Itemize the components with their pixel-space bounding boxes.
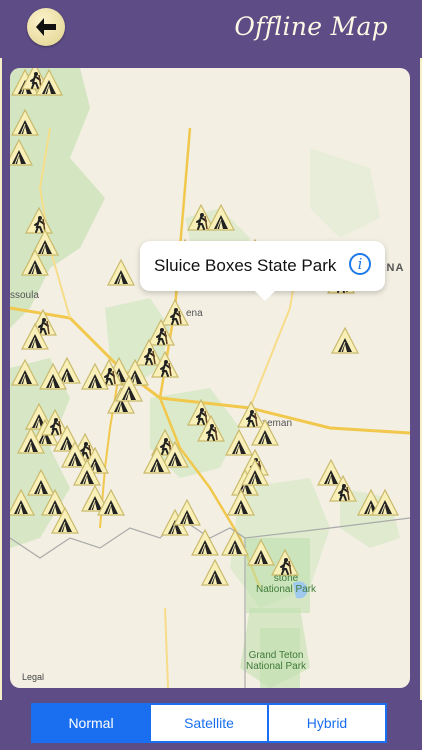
hiker-marker-icon[interactable] [270,548,300,578]
tent-marker-icon[interactable] [226,488,256,518]
legal-link[interactable]: Legal [22,672,44,682]
segment-hybrid[interactable]: Hybrid [269,705,385,741]
tent-marker-icon[interactable] [114,374,144,404]
hiker-marker-icon[interactable] [150,350,180,380]
park-label: Grand Teton National Park [246,650,307,672]
tent-marker-icon[interactable] [16,426,46,456]
map-view[interactable]: MONTANA ssoula ena tte zeman stone Natio… [10,68,410,688]
tent-marker-icon[interactable] [190,528,220,558]
tent-marker-icon[interactable] [200,558,230,588]
tent-marker-icon[interactable] [50,506,80,536]
tent-marker-icon[interactable] [20,248,50,278]
map-type-segmented-control[interactable]: Normal Satellite Hybrid [31,703,387,743]
tent-marker-icon[interactable] [142,446,172,476]
info-icon[interactable]: i [349,253,371,275]
tent-marker-icon[interactable] [10,488,36,518]
tent-marker-icon[interactable] [10,138,34,168]
hiker-marker-icon[interactable] [196,414,226,444]
hiker-marker-icon[interactable] [328,474,358,504]
top-bar: Offline Map [0,0,422,58]
tent-marker-icon[interactable] [10,358,40,388]
city-label: ssoula [10,290,39,301]
tent-marker-icon[interactable] [250,418,280,448]
tent-marker-icon[interactable] [20,322,50,352]
segment-satellite[interactable]: Satellite [151,705,269,741]
tent-marker-icon[interactable] [38,362,68,392]
tent-marker-icon[interactable] [96,488,126,518]
tent-marker-icon[interactable] [34,68,64,98]
map-frame: MONTANA ssoula ena tte zeman stone Natio… [2,58,420,700]
arrow-left-icon [36,18,56,36]
callout-title: Sluice Boxes State Park [154,256,337,275]
bottom-bar: Normal Satellite Hybrid [0,700,422,750]
segment-normal[interactable]: Normal [33,705,151,741]
back-button[interactable] [27,8,65,46]
tent-marker-icon[interactable] [106,258,136,288]
tent-marker-icon[interactable] [206,203,236,233]
page-title: Offline Map [234,12,388,41]
tent-marker-icon[interactable] [10,108,40,138]
tent-marker-icon[interactable] [370,488,400,518]
tent-marker-icon[interactable] [172,498,202,528]
tent-marker-icon[interactable] [240,458,270,488]
tent-marker-icon[interactable] [330,326,360,356]
map-callout[interactable]: Sluice Boxes State Park i [140,241,385,301]
